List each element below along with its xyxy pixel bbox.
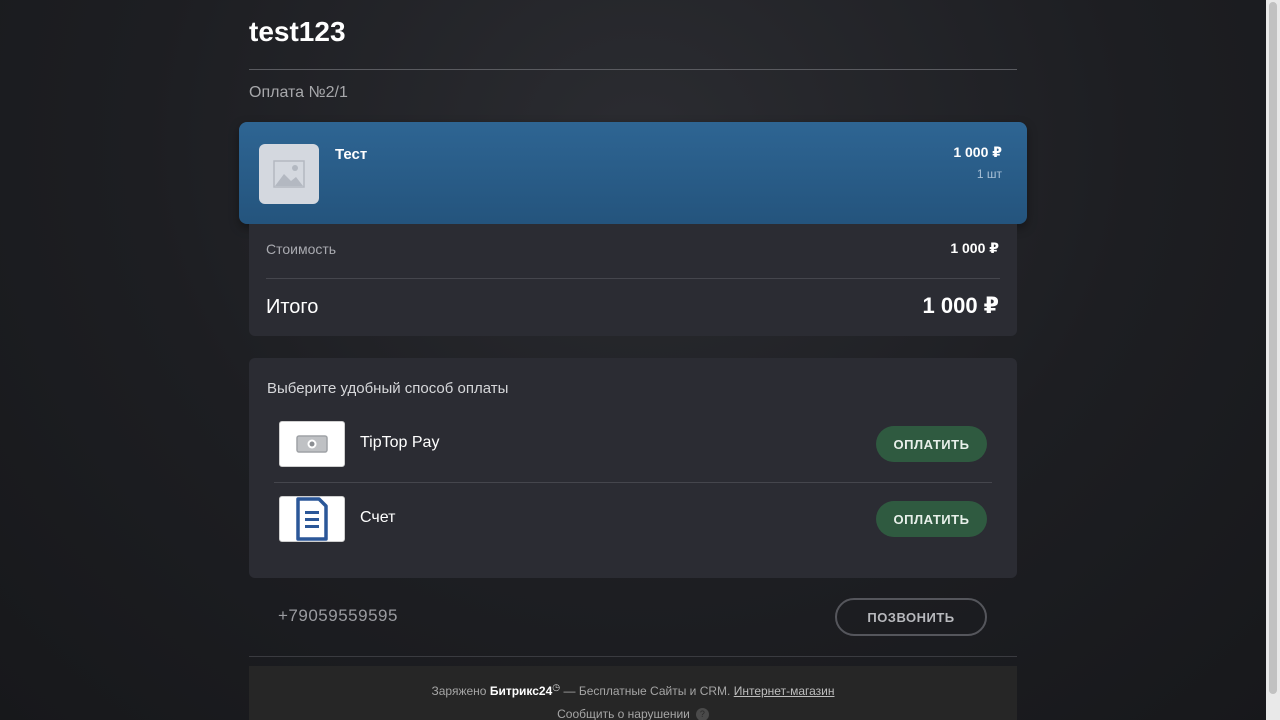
- footer: Заряжено Битрикс24◷ — Бесплатные Сайты и…: [249, 666, 1017, 720]
- invoice-icon: [279, 496, 345, 542]
- scrollbar[interactable]: [1266, 0, 1280, 720]
- footer-report: Сообщить о нарушении?: [249, 707, 1017, 720]
- page-title: test123: [249, 16, 346, 47]
- product-image-placeholder-icon: [259, 144, 319, 204]
- payment-method-name: Счет: [360, 509, 396, 526]
- scrollbar-thumb[interactable]: [1269, 2, 1277, 694]
- summary-divider: [266, 278, 1000, 279]
- pay-button-invoice[interactable]: ОПЛАТИТЬ: [876, 501, 987, 537]
- total-value: 1 000 ₽: [922, 293, 999, 318]
- payment-methods-title: Выберите удобный способ оплаты: [267, 380, 509, 397]
- product-price: 1 000 ₽: [953, 144, 1002, 160]
- cost-value: 1 000 ₽: [950, 240, 999, 256]
- cost-label: Стоимость: [266, 241, 337, 257]
- help-icon[interactable]: ?: [695, 708, 709, 720]
- contact-phone[interactable]: +79059559595: [278, 606, 398, 626]
- bitrix24-brand[interactable]: Битрикс24: [490, 684, 552, 698]
- footer-divider: [249, 656, 1017, 657]
- report-violation-link[interactable]: Сообщить о нарушении: [557, 707, 690, 720]
- payment-number: Оплата №2/1: [249, 84, 348, 101]
- clock-icon: ◷: [552, 682, 561, 692]
- footer-middle-text: — Бесплатные Сайты и CRM.: [563, 684, 731, 698]
- payment-methods: Выберите удобный способ оплаты TipTop Pa…: [249, 358, 1017, 578]
- payment-method-name: TipTop Pay: [360, 434, 440, 451]
- payment-method-invoice: Счет ОПЛАТИТЬ: [274, 483, 992, 558]
- product-name: Тест: [335, 146, 368, 163]
- call-button[interactable]: ПОЗВОНИТЬ: [835, 598, 987, 636]
- cash-icon: [279, 421, 345, 467]
- title-divider: [249, 69, 1017, 70]
- total-label: Итого: [266, 296, 319, 318]
- product-card: Тест 1 000 ₽ 1 шт: [239, 122, 1027, 224]
- powered-prefix: Заряжено: [431, 684, 487, 698]
- pay-button-tiptop[interactable]: ОПЛАТИТЬ: [876, 426, 987, 462]
- online-store-link[interactable]: Интернет-магазин: [734, 684, 835, 698]
- payment-method-tiptop: TipTop Pay ОПЛАТИТЬ: [274, 408, 992, 483]
- footer-powered-by: Заряжено Битрикс24◷ — Бесплатные Сайты и…: [249, 682, 1017, 698]
- order-summary: Стоимость 1 000 ₽ Итого 1 000 ₽: [249, 224, 1017, 336]
- product-quantity: 1 шт: [976, 167, 1002, 181]
